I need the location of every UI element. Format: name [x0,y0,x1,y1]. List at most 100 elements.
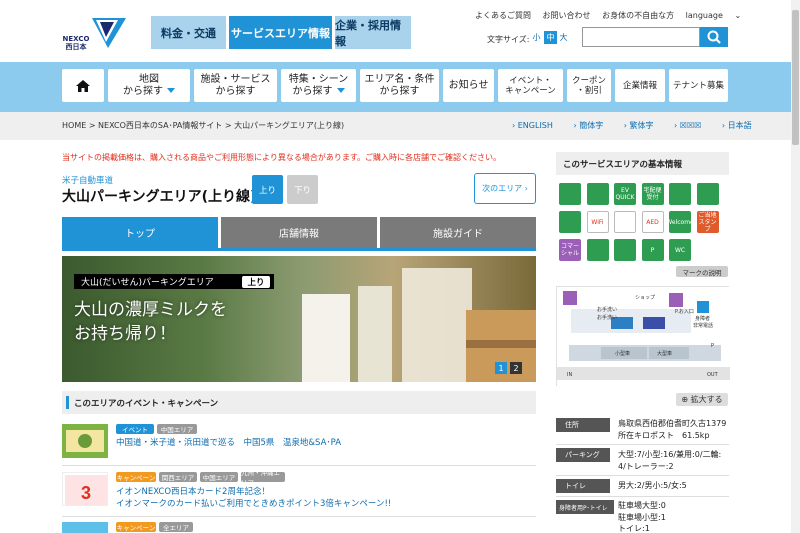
basic-info-heading: このサービスエリアの基本情報 [556,152,729,175]
chevron-down-icon [167,88,175,93]
legend-button[interactable]: マークの説明 [676,266,728,277]
event-badge: 全エリア [159,522,193,532]
event-title[interactable]: イオンNEXCO西日本カード2周年記念！ イオンマークのカード払いご利用でときめき… [116,486,391,510]
divider [556,496,729,497]
direction-down-button[interactable]: 下り [287,175,318,204]
family-icon[interactable] [586,239,609,261]
zoom-button[interactable]: ⊕ 拡大する [676,393,728,406]
nav-company-info[interactable]: 企業情報 [615,69,665,102]
nav-home[interactable] [62,69,104,102]
ev-charger-icon[interactable]: EV QUICK [614,183,636,205]
nav-tenant-recruit[interactable]: テナント募集 [669,69,728,102]
wifi-icon[interactable]: WiFi [586,211,609,233]
accessible-parking-icon[interactable]: P [641,239,664,261]
nav-map-search[interactable]: 地図 から探す [108,69,190,102]
map-label: 大型車 [657,350,672,357]
shop-icon[interactable] [586,183,609,205]
event-thumbnail[interactable]: 3 [62,472,108,506]
info-map-icon[interactable] [696,183,719,205]
hero-direction-badge: 上り [242,276,270,288]
slide-page-2[interactable]: 2 [510,362,522,374]
event-badge: 中国エリア [157,424,197,434]
map-label: 非常電話 [693,322,713,329]
area-map[interactable]: お手洗い お手洗い ショップ P.お入口 身障者 非常電話 小型車 大型車 IN… [556,286,730,387]
link-faq[interactable]: よくあるご質問 [475,11,531,20]
info-value-accessible: 駐車場大型:0 駐車場小型:1 トイレ:1 [618,501,666,533]
link-contact[interactable]: お問い合わせ [543,11,591,20]
atm-icon[interactable] [669,183,691,205]
breadcrumb[interactable]: HOME > NEXCO西日本のSA･PA情報サイト > 大山パーキングエリア(… [62,120,344,131]
link-language[interactable]: language ⌄ [686,11,751,20]
event-badge: 九州・沖縄エリア [241,469,285,487]
price-notice: 当サイトの掲載価格は、購入される商品やご利用形態により異なる場合があります。ご購… [62,153,502,162]
accessible-toilet-icon[interactable]: WC [669,239,691,261]
home-icon [76,79,90,92]
divider [62,465,536,466]
map-label: P [711,343,714,349]
scrollbar-thumb[interactable] [792,10,799,145]
tab-toll-traffic[interactable]: 料金・交通 [151,16,226,49]
nav-area-name-search[interactable]: エリア名・条件 から探す [360,69,439,102]
event-badge: イベント [116,424,154,434]
delivery-icon[interactable]: 宅配便受付 [641,183,664,205]
welcome-icon[interactable]: Welcome [666,211,694,233]
plus-icon: ⊕ [681,395,689,404]
event-badge: 中国エリア [200,472,238,482]
nav-facility-search[interactable]: 施設・サービス から探す [194,69,277,102]
direction-up-button[interactable]: 上り [252,175,283,204]
divider [62,516,536,517]
lang-korean[interactable]: › ☒☒☒ [674,121,710,130]
font-size-medium[interactable]: 中 [544,31,557,44]
font-size-small[interactable]: 小 [530,31,543,44]
link-accessibility[interactable]: お身体の不自由な方 [602,11,674,20]
lang-japanese[interactable]: › 日本語 [722,121,761,130]
hero-headline: 大山の濃厚ミルクを お持ち帰り！ [74,300,227,344]
page-title: 大山パーキングエリア(上り線) [62,189,257,205]
map-label: 小型車 [615,350,630,357]
font-size-large[interactable]: 大 [557,31,570,44]
event-title[interactable]: 中国道・米子道・浜田道で巡る 中国5県 温泉地&SA･PA [116,437,341,449]
aed-icon[interactable]: AED [641,211,664,233]
tab-facility-guide[interactable]: 施設ガイド [380,217,536,248]
nav-news[interactable]: お知らせ [443,69,494,102]
chevron-right-icon: › [524,184,528,193]
wheelchair-icon[interactable] [614,239,636,261]
event-badge: キャンペーン [116,522,156,532]
info-label-parking: パーキング [556,448,610,462]
event-thumbnail[interactable] [62,424,108,458]
nav-feature-search[interactable]: 特集・シーン から探す [281,69,356,102]
baby-room-icon[interactable] [614,211,636,233]
stamp-icon[interactable]: ご当地スタンプ [696,211,719,233]
info-label-accessible: 身障者用P･トイレ [556,500,614,514]
nav-coupons[interactable]: クーポン ・割引 [567,69,611,102]
info-value-toilet: 男大:2/男小:5/女:5 [618,481,687,490]
vending-icon[interactable]: コマーシャル [559,239,581,261]
smoking-icon[interactable] [559,211,581,233]
tab-corporate-info[interactable]: 企業・採用情報 [335,16,411,49]
route-name: 米子自動車道 [62,176,114,186]
lang-traditional-chinese[interactable]: › 繁体字 [624,121,663,130]
lang-english[interactable]: › ENGLISH [512,121,562,130]
search-input[interactable] [582,27,700,47]
tab-store-info[interactable]: 店舗情報 [221,217,377,248]
next-area-button[interactable]: 次のエリア › [474,173,536,204]
tab-underline [62,248,536,251]
chevron-down-icon [336,88,345,93]
map-label: OUT [707,372,719,378]
divider [556,475,729,476]
chevron-down-icon: ⌄ [734,11,742,20]
event-badge: キャンペーン [116,472,156,482]
map-label: IN [567,372,572,378]
tab-top[interactable]: トップ [62,217,218,248]
map-label: お手洗い [597,306,617,313]
search-button[interactable] [700,27,728,47]
tab-service-area-info[interactable]: サービスエリア情報 [229,16,332,49]
events-heading: このエリアのイベント・キャンペーン [62,391,536,414]
logo-text: NEXCO 西日本 [62,35,90,51]
info-label-address: 住所 [556,418,610,432]
slide-page-1[interactable]: 1 [495,362,507,374]
event-thumbnail[interactable] [62,522,108,533]
lang-simplified-chinese[interactable]: › 簡体字 [573,121,612,130]
nav-events[interactable]: イベント・ キャンペーン [498,69,563,102]
restroom-icon[interactable] [559,183,581,205]
